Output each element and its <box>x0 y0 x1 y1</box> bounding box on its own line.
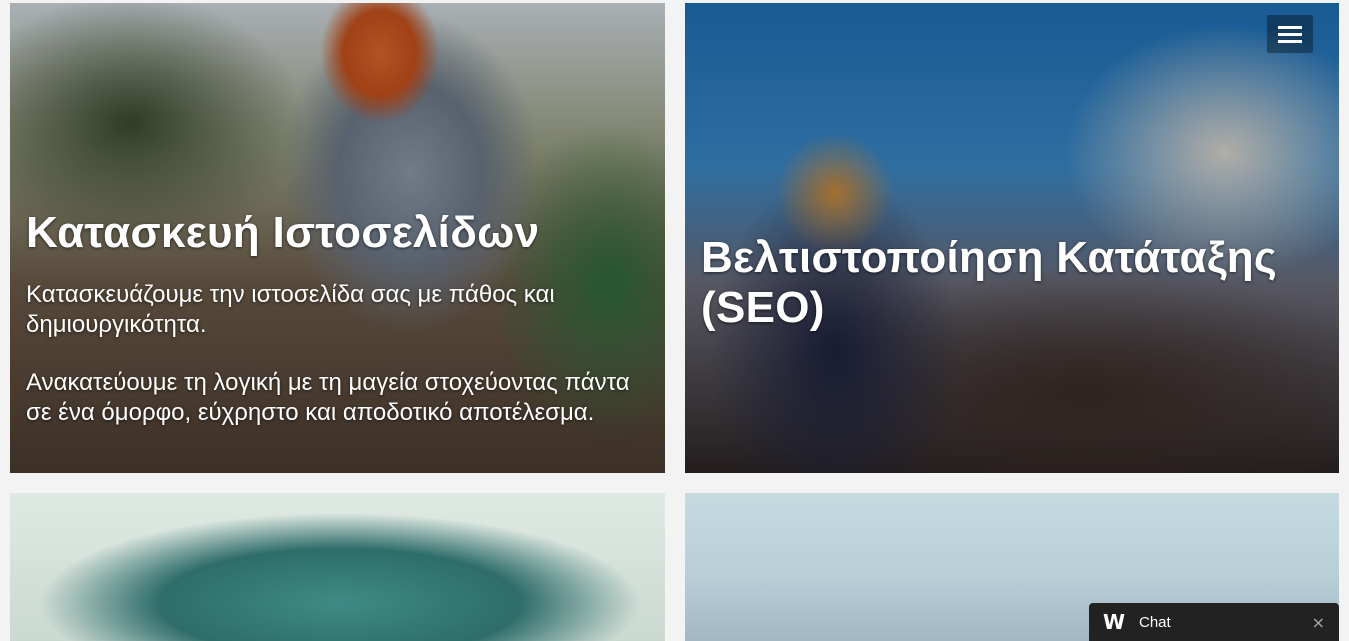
service-tile-seo[interactable]: Βελτιστοποίηση Κατάταξης (SEO) <box>685 3 1339 473</box>
tile-background-image <box>10 493 665 641</box>
close-icon[interactable]: × <box>1312 613 1325 632</box>
chat-widget[interactable]: W Chat × <box>1089 603 1339 641</box>
tile-description: Κατασκευάζουμε την ιστοσελίδα σας με πάθ… <box>26 281 555 338</box>
service-tile-web-design[interactable]: Κατασκευή Ιστοσελίδων Κατασκευάζουμε την… <box>10 3 665 473</box>
services-grid: Κατασκευή Ιστοσελίδων Κατασκευάζουμε την… <box>0 0 1349 641</box>
tile-content: Κατασκευή Ιστοσελίδων Κατασκευάζουμε την… <box>26 208 645 428</box>
tile-description-secondary: Ανακατεύουμε τη λογική με τη μαγεία στοχ… <box>26 369 630 426</box>
tile-title: Κατασκευή Ιστοσελίδων <box>26 208 540 257</box>
chat-label: Chat <box>1139 613 1171 631</box>
hamburger-menu-icon[interactable] <box>1267 15 1313 53</box>
service-tile-3[interactable] <box>10 493 665 641</box>
tile-title: Βελτιστοποίηση Κατάταξης (SEO) <box>701 233 1278 332</box>
chat-logo: W <box>1103 610 1126 634</box>
tile-content: Βελτιστοποίηση Κατάταξης (SEO) <box>701 233 1319 333</box>
